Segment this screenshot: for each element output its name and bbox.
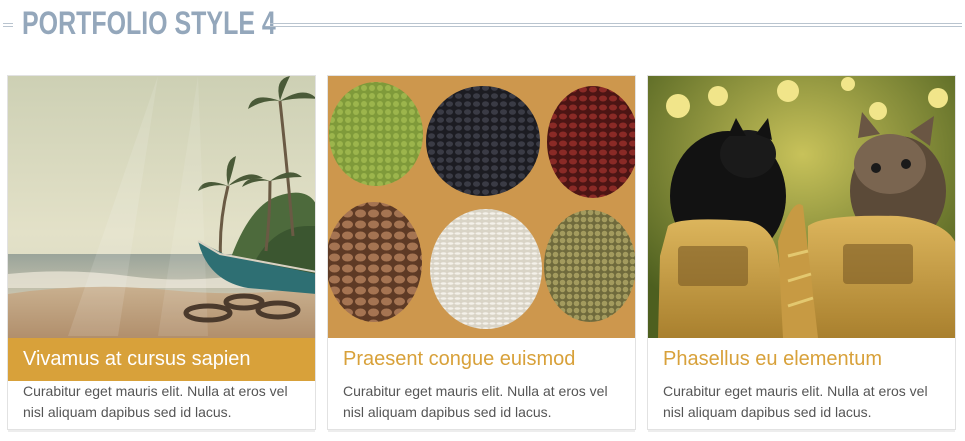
portfolio-item-description: Curabitur eget mauris elit. Nulla at ero… [343,383,608,420]
beans-and-grains-photo [328,76,635,338]
portfolio-image[interactable] [8,76,315,338]
portfolio-item-title[interactable]: Praesent congue euismod [328,338,635,381]
portfolio-item-description: Curabitur eget mauris elit. Nulla at ero… [23,383,288,420]
portfolio-image[interactable] [648,76,955,338]
portfolio-item-title[interactable]: Phasellus eu elementum [648,338,955,381]
portfolio-item-description: Curabitur eget mauris elit. Nulla at ero… [663,383,928,420]
portfolio-item-title[interactable]: Vivamus at cursus sapien [8,338,315,381]
section-title: PORTFOLIO STYLE 4 [22,5,276,41]
portfolio-item[interactable]: Vivamus at cursus sapien Curabitur eget … [7,75,316,430]
portfolio-item[interactable]: Phasellus eu elementum Curabitur eget ma… [647,75,956,430]
kittens-in-boots-photo [648,76,955,338]
heading-rule-right [270,23,962,27]
portfolio-grid: Vivamus at cursus sapien Curabitur eget … [7,75,957,441]
portfolio-item[interactable]: Praesent congue euismod Curabitur eget m… [327,75,636,430]
portfolio-image[interactable] [328,76,635,338]
section-heading: PORTFOLIO STYLE 4 [0,0,965,48]
beach-boat-palm-trees-photo [8,76,315,338]
heading-rule-left [3,23,13,27]
